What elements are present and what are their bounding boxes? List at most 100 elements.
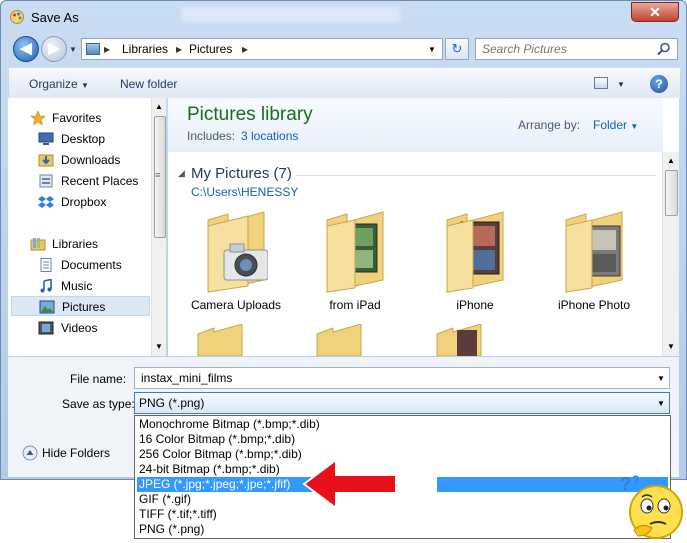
recent-pages-icon[interactable]: ▼ [69,45,77,54]
sidebar-item-label: Recent Places [61,174,139,188]
videos-icon [38,321,54,335]
chevron-down-icon[interactable]: ▼ [657,399,665,408]
library-icon [86,43,100,55]
save-type-option[interactable]: 16 Color Bitmap (*.bmp;*.dib) [137,432,668,447]
organize-label: Organize [29,77,78,91]
star-icon [30,111,46,125]
new-folder-button[interactable]: New folder [120,77,177,91]
crumb-separator-icon: ▸ [242,42,249,56]
crumb-separator-icon: ▸ [176,42,183,56]
folder-label: iPhone [456,298,494,312]
pictures-icon [39,300,55,314]
breadcrumb-libraries[interactable]: Libraries [122,42,168,56]
scroll-up-icon[interactable]: ▲ [155,102,163,111]
arrange-by-dropdown[interactable]: Folder ▼ [593,118,638,132]
collapse-icon [22,445,38,461]
folder-from-ipad[interactable]: from iPad [307,202,403,312]
scroll-down-icon[interactable]: ▼ [155,342,163,351]
search-box[interactable] [475,38,678,60]
help-icon[interactable]: ? [650,75,668,93]
folder-icon[interactable] [196,324,244,356]
address-bar[interactable]: ▸ Libraries ▸ Pictures ▸ ▼ [81,38,443,60]
crumb-separator-icon: ▸ [104,42,111,56]
locations-link[interactable]: 3 locations [241,129,298,143]
folder-icon [326,211,384,293]
sidebar-item-music[interactable]: Music [8,276,150,296]
group-heading[interactable]: My Pictures (7) [191,165,292,182]
save-type-option[interactable]: GIF (*.gif) [137,492,668,507]
address-dropdown-icon[interactable]: ▼ [428,45,436,54]
sidebar-item-label: Pictures [62,300,106,314]
collapse-group-icon[interactable]: ◢ [178,168,185,179]
folder-icon[interactable] [435,324,483,356]
libraries-icon [30,238,46,251]
sidebar-item-favorites[interactable]: Favorites [8,108,150,128]
scroll-down-icon[interactable]: ▼ [667,342,675,351]
navigation-pane: Favorites Desktop Downloads Recent Place… [8,98,166,356]
close-button[interactable]: ✕ [631,2,679,22]
save-type-option[interactable]: TIFF (*.tif;*.tiff) [137,507,668,522]
sidebar-item-desktop[interactable]: Desktop [8,129,150,149]
save-type-option[interactable]: 256 Color Bitmap (*.bmp;*.dib) [137,447,668,462]
folder-label: Camera Uploads [190,298,282,312]
sidebar-item-videos[interactable]: Videos [8,318,150,338]
forward-button[interactable]: ▶ [41,36,67,62]
library-title: Pictures library [187,104,313,125]
sidebar-item-dropbox[interactable]: Dropbox [8,192,150,212]
content-scrollbar[interactable]: ▲ ▼ [662,152,679,356]
organize-button[interactable]: Organize ▼ [29,77,89,91]
folder-icon[interactable] [315,324,363,356]
search-input[interactable] [482,42,652,56]
back-button[interactable]: ◀ [13,36,39,62]
sidebar-scrollbar[interactable]: ▲ ≡ ▼ [151,98,166,356]
arrange-by-value: Folder [593,118,628,132]
sidebar-item-label: Documents [61,258,122,272]
desktop-icon [38,132,54,145]
dropbox-icon [38,196,54,208]
sidebar-item-recent-places[interactable]: Recent Places [8,171,150,191]
breadcrumb-pictures[interactable]: Pictures [189,42,232,56]
folder-iphone-photo[interactable]: iPhone Photo [546,202,642,312]
file-list: Pictures library Includes: 3 locations A… [168,98,679,356]
folder-icon [565,211,623,293]
save-type-option-highlighted[interactable]: JPEG (*.jpg;*.jpeg;*.jpe;*.jfif) [137,477,668,492]
library-header: Pictures library Includes: 3 locations A… [168,98,663,152]
title-bar[interactable]: Save As ✕ [1,1,687,33]
sidebar-item-pictures[interactable]: Pictures [11,296,150,316]
save-type-value: PNG (*.png) [139,396,205,410]
file-name-value: instax_mini_films [141,371,233,385]
sidebar-item-label: Favorites [52,111,102,125]
folder-label: iPhone Photo [557,298,631,312]
save-type-option[interactable]: 24-bit Bitmap (*.bmp;*.dib) [137,462,668,477]
sidebar-item-libraries[interactable]: Libraries [8,234,150,254]
scroll-up-icon[interactable]: ▲ [667,156,675,165]
svg-text:?: ? [620,474,631,494]
sidebar-item-downloads[interactable]: Downloads [8,150,150,170]
sidebar-item-label: Downloads [61,153,121,167]
save-type-option[interactable]: Monochrome Bitmap (*.bmp;*.dib) [137,417,668,432]
folder-label: from iPad [329,298,381,312]
folder-iphone[interactable]: iPhone [427,202,523,312]
title-blur [181,7,401,23]
chevron-down-icon: ▼ [81,81,89,90]
window-title: Save As [31,10,79,25]
scroll-thumb[interactable] [665,170,678,216]
folder-camera-uploads[interactable]: Camera Uploads [188,202,284,312]
save-type-option[interactable]: PNG (*.png) [137,522,668,537]
hide-folders-label: Hide Folders [42,446,111,460]
save-type-select[interactable]: PNG (*.png) ▼ [134,392,670,414]
file-name-dropdown-icon[interactable]: ▼ [657,374,665,383]
change-view-icon[interactable] [594,77,608,89]
refresh-button[interactable]: ↻ [445,38,469,60]
search-icon[interactable] [656,42,672,56]
file-name-label: File name: [70,372,127,386]
file-name-field[interactable]: instax_mini_films ▼ [134,367,670,389]
group-divider [296,175,656,176]
sidebar-item-label: Libraries [52,237,99,251]
sidebar-item-documents[interactable]: Documents [8,255,150,275]
folder-icon [446,211,504,293]
scroll-grip-icon: ≡ [155,170,161,180]
sidebar-item-label: Videos [61,321,98,335]
save-type-options: Monochrome Bitmap (*.bmp;*.dib) 16 Color… [134,415,671,539]
view-options-icon[interactable]: ▼ [617,80,625,89]
